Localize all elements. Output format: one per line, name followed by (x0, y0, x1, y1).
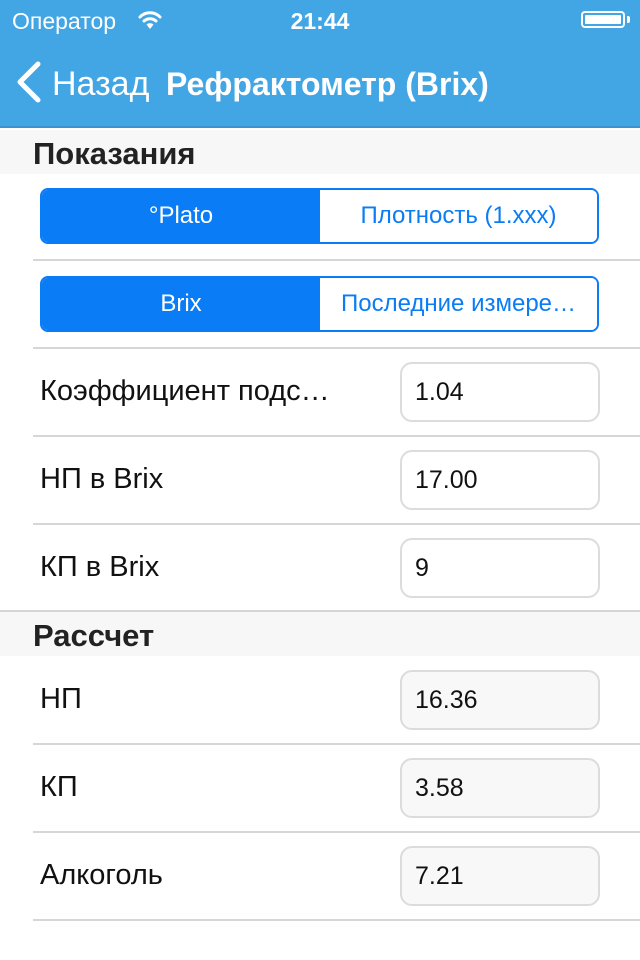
alcohol-result-field: 7.21 (400, 846, 600, 906)
units-segmented-control: °Plato Плотность (1.xxx) (40, 188, 599, 244)
segment-brix[interactable]: Brix (42, 278, 320, 330)
coefficient-input[interactable]: 1.04 (400, 362, 600, 422)
og-result-field: 16.36 (400, 670, 600, 730)
og-brix-label: НП в Brix (40, 463, 164, 495)
battery-tip (627, 16, 630, 23)
divider (33, 523, 640, 525)
fg-result-field: 3.58 (400, 758, 600, 818)
section-title: Показания (33, 136, 196, 171)
divider (33, 347, 640, 349)
back-label: Назад (52, 64, 150, 103)
back-button[interactable]: Назад (14, 61, 150, 108)
segment-last-measurements[interactable]: Последние измере… (320, 278, 597, 330)
header: Оператор 21:44 Назад Рефрактометр (Brix) (0, 0, 640, 128)
navigation-bar: Назад Рефрактометр (Brix) (0, 40, 640, 128)
fg-result-label: КП (40, 771, 78, 803)
clock: 21:44 (290, 8, 350, 34)
page-title: Рефрактометр (Brix) (166, 66, 489, 102)
section-title: Рассчет (33, 618, 155, 653)
fg-brix-label: КП в Brix (40, 551, 160, 583)
divider (33, 831, 640, 833)
segment-plato[interactable]: °Plato (42, 190, 320, 242)
section-header-readings: Показания (0, 130, 640, 174)
divider (33, 259, 640, 261)
coefficient-label: Коэффициент подс… (40, 375, 330, 407)
source-segmented-control: Brix Последние измере… (40, 276, 599, 332)
divider (33, 919, 640, 921)
og-brix-input[interactable]: 17.00 (400, 450, 600, 510)
battery-icon (581, 11, 625, 28)
chevron-left-icon (14, 61, 42, 108)
section-header-calculation: Рассчет (0, 612, 640, 656)
divider (33, 743, 640, 745)
segment-density[interactable]: Плотность (1.xxx) (320, 190, 597, 242)
alcohol-label: Алкоголь (40, 859, 163, 891)
fg-brix-input[interactable]: 9 (400, 538, 600, 598)
og-result-label: НП (40, 683, 82, 715)
status-bar: Оператор 21:44 (0, 0, 640, 40)
divider (33, 435, 640, 437)
